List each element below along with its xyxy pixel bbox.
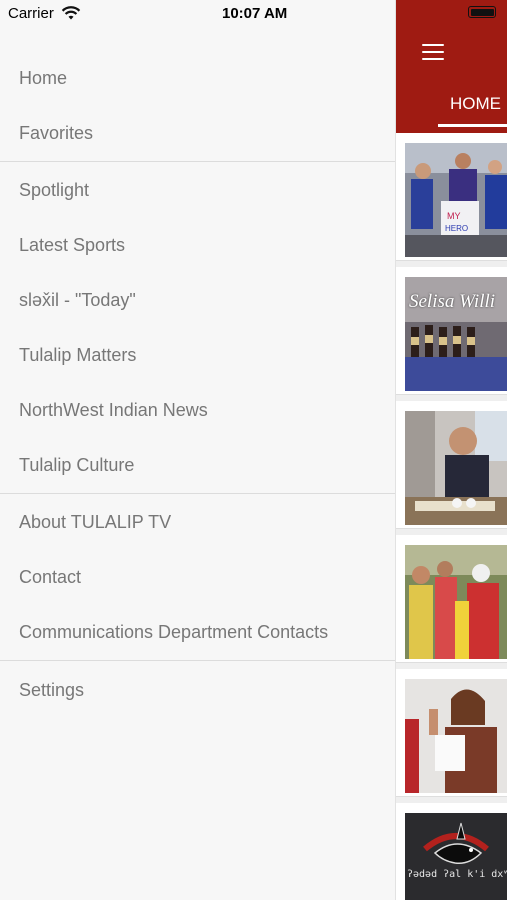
- main-content: HOME MY HERO Selisa Willi ʔədəd ʔal k'i …: [396, 0, 507, 900]
- carrier-label: Carrier: [8, 5, 54, 22]
- drawer-item-today[interactable]: sləx̌il - "Today": [19, 285, 389, 315]
- drawer-item-contact[interactable]: Contact: [19, 562, 389, 592]
- video-card[interactable]: [396, 535, 507, 663]
- thumbnail-overlay-text: Selisa Willi: [409, 291, 496, 312]
- drawer-item-communications-contacts[interactable]: Communications Department Contacts: [19, 617, 389, 647]
- group-event-photo-thumbnail[interactable]: [405, 545, 507, 659]
- divider: [0, 161, 395, 162]
- drawer-item-spotlight[interactable]: Spotlight: [19, 175, 389, 205]
- battery-icon: [468, 6, 496, 18]
- video-card[interactable]: [396, 669, 507, 797]
- divider: [0, 493, 395, 494]
- tab-home[interactable]: HOME: [450, 94, 501, 114]
- divider: [0, 660, 395, 661]
- video-card[interactable]: ʔədəd ʔal k'i dxʷ: [396, 803, 507, 900]
- svg-text:MY: MY: [447, 211, 461, 221]
- drawer-item-home[interactable]: Home: [19, 63, 389, 93]
- dancers-photo-thumbnail[interactable]: Selisa Willi: [405, 277, 507, 391]
- tab-indicator: [438, 124, 507, 127]
- status-bar: Carrier 10:07 AM: [0, 0, 507, 28]
- woman-oath-photo-thumbnail[interactable]: [405, 679, 507, 793]
- man-with-papers-photo-thumbnail[interactable]: [405, 411, 507, 525]
- orca-logo-photo-thumbnail[interactable]: ʔədəd ʔal k'i dxʷ: [405, 813, 507, 900]
- navigation-drawer: Home Favorites Spotlight Latest Sports s…: [0, 0, 396, 900]
- drawer-item-settings[interactable]: Settings: [19, 675, 389, 705]
- video-card[interactable]: MY HERO: [396, 133, 507, 261]
- drawer-item-northwest-indian-news[interactable]: NorthWest Indian News: [19, 395, 389, 425]
- crowd-photo-thumbnail[interactable]: MY HERO: [405, 143, 507, 257]
- video-card[interactable]: [396, 401, 507, 529]
- wifi-icon: [61, 6, 81, 20]
- hamburger-menu-icon[interactable]: [422, 44, 444, 60]
- drawer-item-favorites[interactable]: Favorites: [19, 118, 389, 148]
- drawer-item-tulalip-matters[interactable]: Tulalip Matters: [19, 340, 389, 370]
- drawer-item-tulalip-culture[interactable]: Tulalip Culture: [19, 450, 389, 480]
- svg-text:HERO: HERO: [445, 224, 468, 233]
- clock: 10:07 AM: [222, 5, 288, 22]
- drawer-item-about[interactable]: About TULALIP TV: [19, 507, 389, 537]
- drawer-item-latest-sports[interactable]: Latest Sports: [19, 230, 389, 260]
- thumbnail-overlay-text: ʔədəd ʔal k'i dxʷ: [407, 869, 507, 880]
- video-card[interactable]: Selisa Willi: [396, 267, 507, 395]
